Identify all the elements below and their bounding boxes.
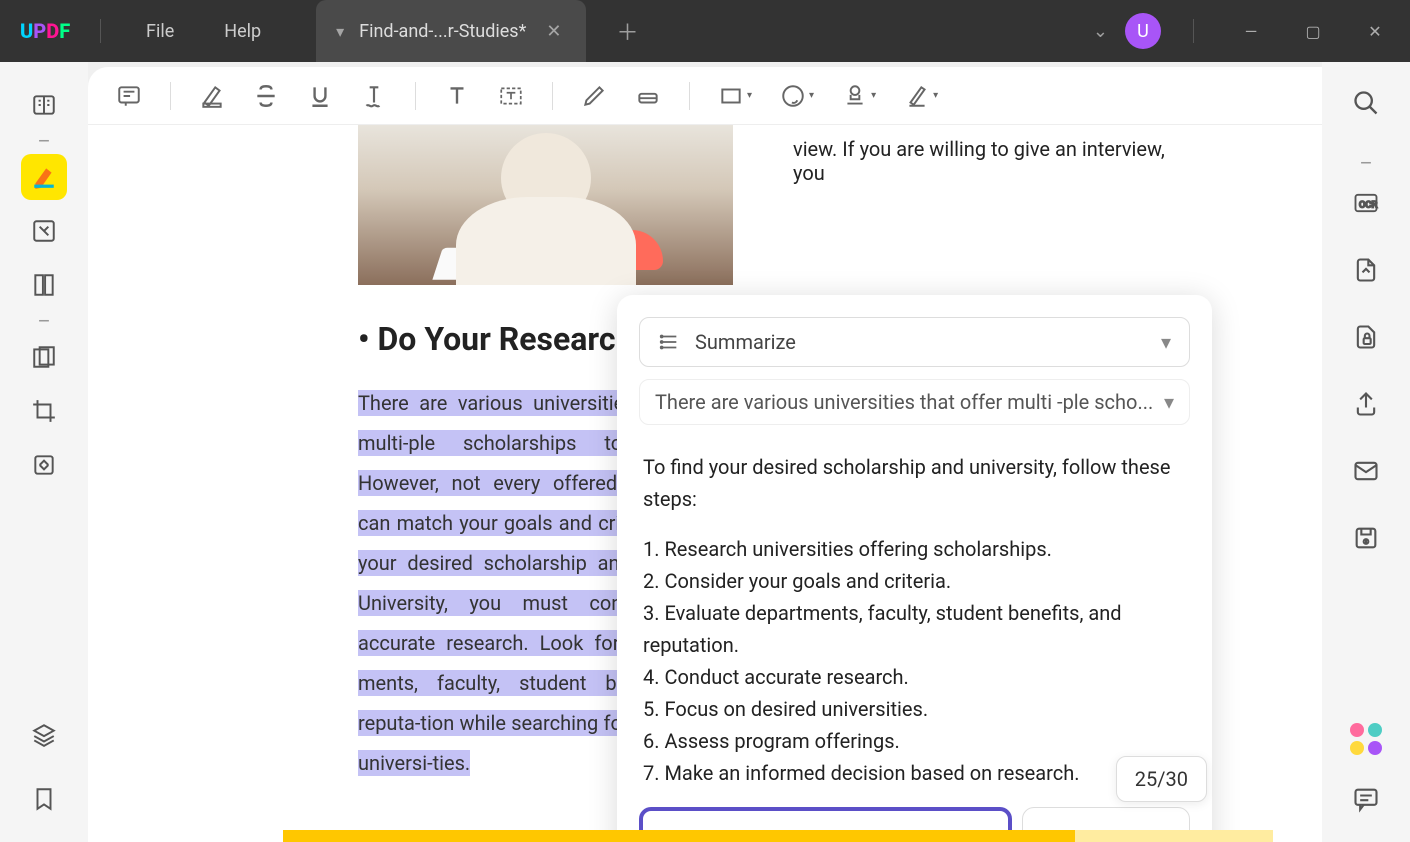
ai-step: 3. Evaluate departments, faculty, studen… — [643, 597, 1186, 661]
pencil-icon[interactable] — [581, 83, 607, 109]
chat-icon[interactable] — [1347, 780, 1385, 822]
ai-context-text: There are various universities that offe… — [655, 390, 1153, 414]
right-sidebar: – OCR — [1322, 62, 1410, 842]
chevron-down-icon: ▾ — [1164, 390, 1174, 414]
ai-mode-select[interactable]: Summarize ▾ — [639, 317, 1190, 367]
svg-text:OCR: OCR — [1359, 200, 1377, 211]
page-indicator[interactable]: 25/30 — [1116, 756, 1207, 802]
separator — [689, 82, 690, 110]
page-text-snippet: view. If you are willing to give an inte… — [793, 137, 1193, 185]
tab-dropdown-icon[interactable]: ▾ — [336, 22, 344, 41]
tab-close-icon[interactable]: ✕ — [541, 21, 566, 42]
note-icon[interactable] — [116, 83, 142, 109]
minimize-button[interactable]: — — [1226, 9, 1276, 54]
text-icon[interactable] — [444, 83, 470, 109]
ai-step: 7. Make an informed decision based on re… — [643, 757, 1186, 789]
highlight-icon[interactable] — [199, 83, 225, 109]
separator: – — [37, 136, 50, 146]
share-icon[interactable] — [1347, 385, 1385, 427]
textbox-icon[interactable] — [498, 83, 524, 109]
ai-output-text: To find your desired scholarship and uni… — [639, 443, 1190, 807]
close-button[interactable]: ✕ — [1350, 9, 1400, 54]
title-bar: UPDF File Help ▾ Find-and-...r-Studies* … — [0, 0, 1410, 62]
organize-pages-button[interactable] — [21, 334, 67, 380]
ai-step: 5. Focus on desired universities. — [643, 693, 1186, 725]
reading-progress-bar — [283, 830, 1273, 842]
protect-icon[interactable] — [1347, 318, 1385, 360]
comment-highlight-button[interactable] — [21, 154, 67, 200]
separator: – — [1359, 151, 1372, 159]
search-icon[interactable] — [1347, 84, 1385, 126]
ai-step: 4. Conduct accurate research. — [643, 661, 1186, 693]
stamp-icon[interactable]: ▾ — [842, 83, 876, 109]
separator: – — [37, 316, 50, 326]
signature-icon[interactable]: ▾ — [904, 83, 938, 109]
app-logo: UPDF — [20, 19, 80, 43]
content-area: ▾ ▾ ▾ ▾ view. If you are willing to give… — [88, 67, 1322, 842]
compress-button[interactable] — [21, 442, 67, 488]
layers-button[interactable] — [21, 712, 67, 758]
save-icon[interactable] — [1347, 519, 1385, 561]
ocr-icon[interactable]: OCR — [1347, 184, 1385, 226]
ai-step: 6. Assess program offerings. — [643, 725, 1186, 757]
email-icon[interactable] — [1347, 452, 1385, 494]
eraser-icon[interactable] — [635, 83, 661, 109]
ai-step: 2. Consider your goals and criteria. — [643, 565, 1186, 597]
divider — [100, 19, 101, 43]
reader-mode-button[interactable] — [21, 82, 67, 128]
ai-context-select[interactable]: There are various universities that offe… — [639, 379, 1190, 425]
menu-help[interactable]: Help — [199, 21, 286, 42]
maximize-button[interactable]: ▢ — [1288, 9, 1338, 54]
sticker-icon[interactable]: ▾ — [780, 83, 814, 109]
menu-file[interactable]: File — [121, 21, 199, 42]
ai-mode-label: Summarize — [695, 330, 796, 354]
separator — [552, 82, 553, 110]
squiggly-icon[interactable] — [361, 83, 387, 109]
separator — [170, 82, 171, 110]
annotation-toolbar: ▾ ▾ ▾ ▾ — [88, 67, 1322, 125]
left-sidebar: – – — [0, 62, 88, 842]
edit-text-button[interactable] — [21, 208, 67, 254]
ai-step: 1. Research universities offering schola… — [643, 533, 1186, 565]
separator — [415, 82, 416, 110]
crop-button[interactable] — [21, 388, 67, 434]
document-tab[interactable]: ▾ Find-and-...r-Studies* ✕ — [316, 0, 586, 62]
convert-icon[interactable] — [1347, 251, 1385, 293]
tab-title: Find-and-...r-Studies* — [359, 21, 526, 42]
page-tools-button[interactable] — [21, 262, 67, 308]
new-tab-button[interactable]: ＋ — [606, 10, 648, 52]
user-avatar[interactable]: U — [1125, 13, 1161, 49]
divider — [1193, 19, 1194, 43]
chevron-down-icon: ▾ — [1161, 330, 1171, 354]
underline-icon[interactable] — [307, 83, 333, 109]
strikethrough-icon[interactable] — [253, 83, 279, 109]
titlebar-dropdown-icon[interactable]: ⌄ — [1088, 16, 1113, 47]
document-viewport[interactable]: view. If you are willing to give an inte… — [88, 125, 1322, 842]
article-image — [358, 125, 733, 285]
ai-flower-icon[interactable] — [1345, 718, 1387, 760]
bookmark-button[interactable] — [21, 776, 67, 822]
rectangle-icon[interactable]: ▾ — [718, 83, 752, 109]
